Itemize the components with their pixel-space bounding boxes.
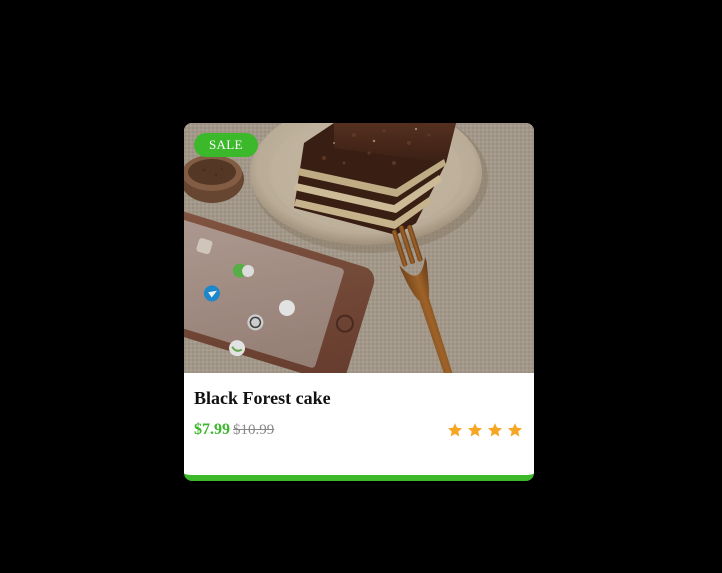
original-price: $10.99 <box>233 422 275 438</box>
star-rating <box>447 422 523 438</box>
star-icon <box>467 423 483 437</box>
price-rating-row: $7.99 $10.99 <box>194 419 524 441</box>
cake-photo-illustration <box>184 123 534 373</box>
sale-price: $7.99 <box>194 421 230 438</box>
star-icon <box>487 423 503 437</box>
product-info: Black Forest cake $7.99 $10.99 <box>184 373 534 441</box>
star-icon <box>447 423 463 437</box>
product-image[interactable]: SALE <box>184 123 534 373</box>
sale-badge: SALE <box>194 133 258 157</box>
product-card[interactable]: SALE Black Forest cake $7.99 $10.99 <box>184 123 534 481</box>
star-icon <box>507 423 523 437</box>
product-title[interactable]: Black Forest cake <box>194 387 524 409</box>
price-group: $7.99 $10.99 <box>194 421 274 439</box>
